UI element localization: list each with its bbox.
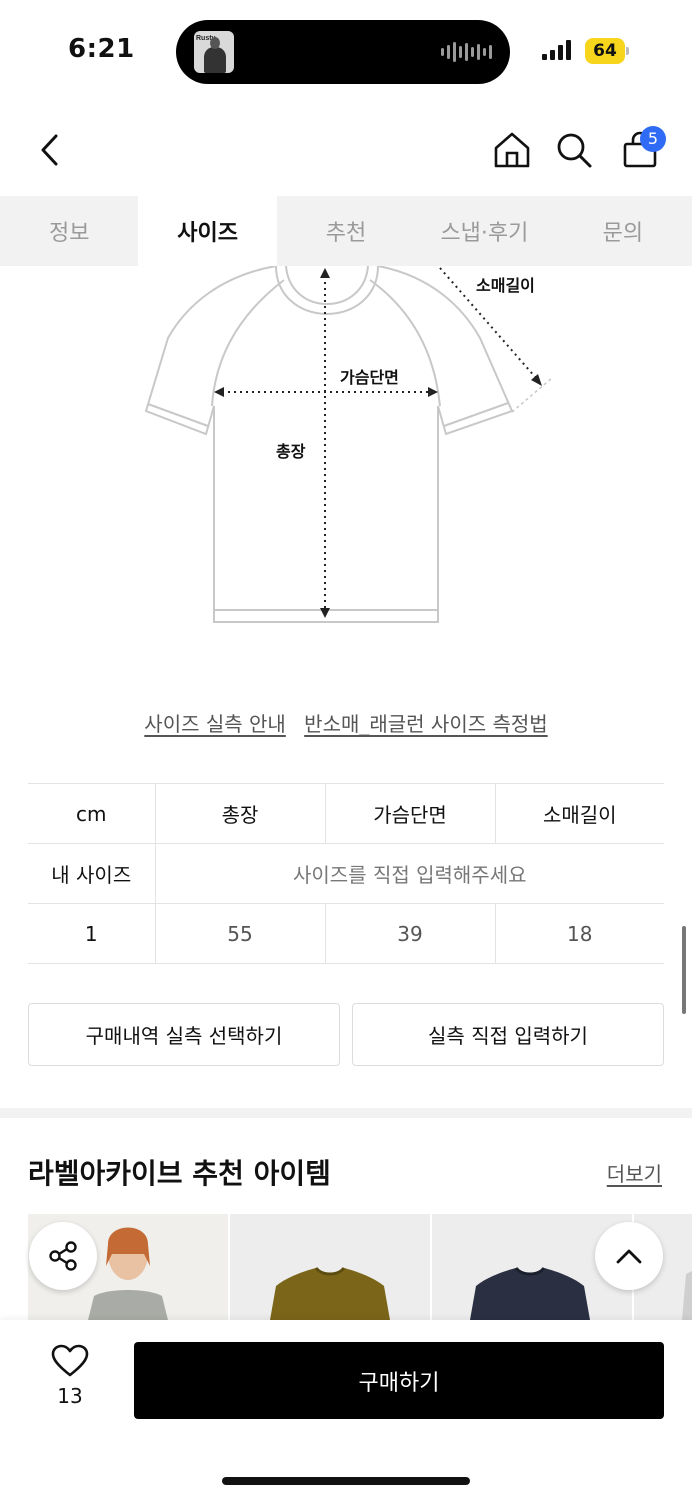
product-image[interactable] [230, 1214, 430, 1320]
direct-input-button[interactable]: 실측 직접 입력하기 [352, 1003, 664, 1066]
measure-buttons: 구매내역 실측 선택하기 실측 직접 입력하기 [28, 1003, 664, 1066]
table-header-row: cm 총장 가슴단면 소매길이 [28, 783, 664, 844]
tshirt-illustration [144, 265, 553, 623]
table-row: 1 55 39 18 [28, 903, 664, 964]
column-header: 소매길이 [495, 783, 664, 844]
dynamic-island[interactable]: Rusty [176, 20, 510, 84]
scroll-to-top-button[interactable] [595, 1222, 663, 1290]
like-count: 13 [57, 1384, 83, 1408]
nav-header: 5 [0, 104, 692, 196]
now-playing-thumbnail: Rusty [194, 31, 234, 73]
cart-count-badge: 5 [640, 126, 666, 152]
product-tabs: 정보 사이즈 추천 스냅·후기 문의 [0, 196, 692, 266]
back-button[interactable] [26, 124, 74, 176]
recommend-product-strip [28, 1214, 692, 1320]
table-cell: 39 [325, 903, 496, 964]
home-icon [494, 132, 530, 168]
heart-icon [51, 1344, 89, 1377]
tab-size[interactable]: 사이즈 [138, 196, 277, 266]
unit-header: cm [28, 783, 156, 844]
table-cell: 18 [495, 903, 664, 964]
buy-button[interactable]: 구매하기 [134, 1342, 664, 1419]
tab-recommend[interactable]: 추천 [277, 196, 415, 266]
my-size-row: 내 사이즈 사이즈를 직접 입력해주세요 [28, 843, 664, 904]
chevron-up-icon [616, 1249, 642, 1264]
scrollbar[interactable] [682, 926, 686, 1014]
table-cell: 55 [155, 903, 326, 964]
cellular-signal-icon [542, 40, 571, 60]
tab-snap-review[interactable]: 스냅·후기 [415, 196, 553, 266]
cart-button[interactable]: 5 [614, 124, 666, 176]
status-time: 6:21 [68, 34, 135, 64]
my-size-label: 내 사이즈 [28, 843, 156, 904]
bottom-purchase-bar: 13 구매하기 [0, 1320, 692, 1500]
tab-inquiry[interactable]: 문의 [554, 196, 692, 266]
size-guide-links: 사이즈 실측 안내 반소매_래글런 사이즈 측정법 [0, 708, 692, 737]
column-header: 가슴단면 [325, 783, 496, 844]
column-header: 총장 [155, 783, 326, 844]
size-name-cell: 1 [28, 903, 156, 964]
home-indicator[interactable] [222, 1477, 470, 1485]
select-from-purchase-button[interactable]: 구매내역 실측 선택하기 [28, 1003, 340, 1066]
measurement-method-link[interactable]: 반소매_래글런 사이즈 측정법 [304, 712, 548, 736]
like-button[interactable]: 13 [38, 1344, 102, 1408]
search-button[interactable] [550, 124, 598, 176]
sleeve-length-label: 소매길이 [476, 276, 535, 295]
my-size-input[interactable]: 사이즈를 직접 입력해주세요 [155, 843, 664, 904]
chest-width-label: 가슴단면 [340, 368, 399, 387]
total-length-label: 총장 [276, 442, 306, 461]
status-bar: 6:21 Rusty 64 [0, 0, 692, 104]
audio-waveform-icon [441, 42, 492, 62]
section-divider [0, 1108, 692, 1118]
battery-level: 64 [585, 38, 625, 64]
tab-info[interactable]: 정보 [0, 196, 138, 266]
size-table: cm 총장 가슴단면 소매길이 내 사이즈 사이즈를 직접 입력해주세요 1 5… [28, 783, 664, 964]
battery-icon: 64 [585, 38, 629, 64]
size-guide-link[interactable]: 사이즈 실측 안내 [144, 712, 286, 736]
chevron-left-icon [41, 134, 58, 166]
size-diagram: 소매길이 가슴단면 총장 [0, 265, 692, 666]
home-button[interactable] [488, 124, 536, 176]
see-more-link[interactable]: 더보기 [607, 1158, 662, 1187]
search-icon [557, 133, 592, 168]
share-button[interactable] [29, 1222, 97, 1290]
recommend-section-title: 라벨아카이브 추천 아이템 [28, 1157, 331, 1190]
share-icon [49, 1241, 77, 1271]
